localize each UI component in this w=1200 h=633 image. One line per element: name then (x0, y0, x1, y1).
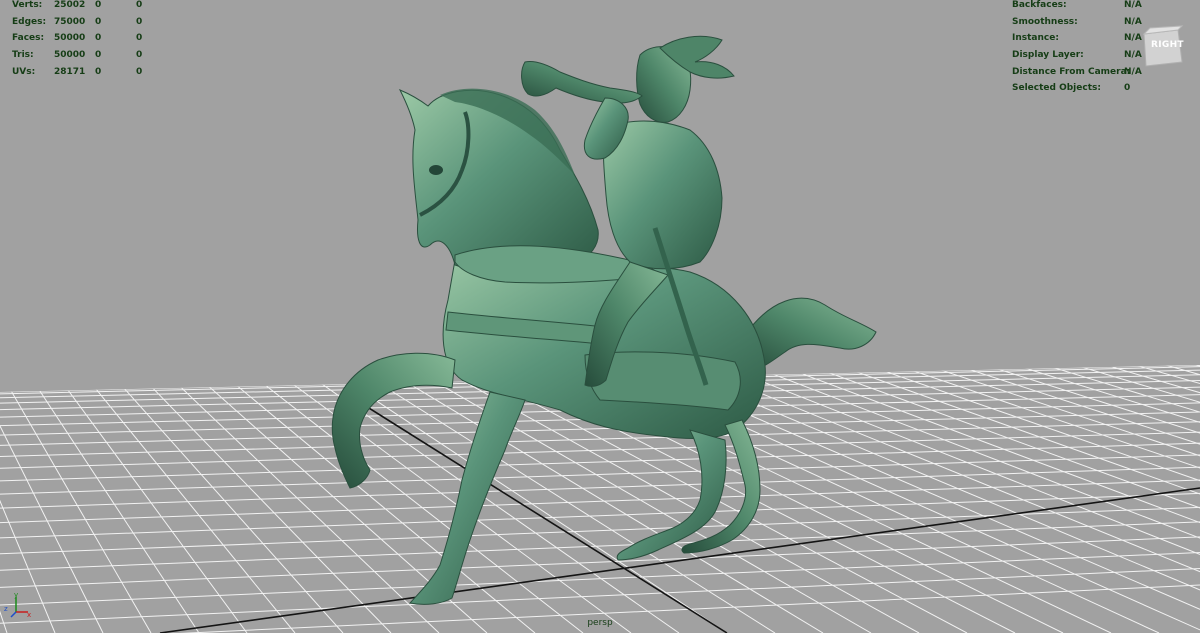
viewcube-face-label[interactable]: RIGHT (1151, 40, 1184, 50)
rider-horn (521, 61, 643, 104)
axis-label: z (4, 605, 8, 613)
grid-line (0, 442, 1200, 482)
hud-value: 75000 (54, 16, 86, 27)
grid-line (0, 551, 1200, 606)
hud-value: 25002 (54, 0, 86, 10)
horse-tail (744, 297, 877, 370)
hud-value: 0 (136, 16, 143, 27)
grid-line (0, 466, 1200, 509)
hud-row: Edges: 75000 0 0 (12, 14, 172, 31)
hud-value: 50000 (54, 50, 86, 61)
hud-value: 0 (95, 16, 102, 27)
grid-line (960, 366, 1200, 633)
hud-label: Display Layer: (1012, 50, 1084, 61)
hud-value: 0 (95, 33, 102, 44)
camera-name-label: persp (587, 618, 613, 628)
grid-line (0, 479, 1200, 524)
grid-line (0, 536, 1200, 588)
hud-label: Backfaces: (1012, 0, 1067, 10)
hud-value: 0 (136, 33, 143, 44)
grid-line (64, 385, 248, 633)
grid-line (36, 386, 200, 633)
hud-row: UVs: 28171 0 0 (12, 64, 172, 81)
hud-label: Selected Objects: (1012, 83, 1101, 94)
hud-value: 28171 (54, 66, 86, 77)
perspective-viewport[interactable]: Verts: 25002 0 0 Edges: 75000 0 0 Faces: 50000 0 0 T… (0, 0, 1200, 633)
grid-line (904, 367, 1200, 633)
hud-value: 0 (136, 50, 143, 61)
grid-line (0, 567, 1200, 624)
grid-line (92, 385, 296, 633)
horse-eye (429, 165, 443, 175)
hud-label: Edges: (12, 16, 47, 27)
poly-count-hud: Verts: 25002 0 0 Edges: 75000 0 0 Faces: 50000 0 0 T… (12, 0, 172, 80)
hud-row: Selected Objects: 0 (1012, 80, 1192, 97)
horse-rider-statue-model[interactable] (331, 35, 877, 605)
hud-label: Distance From Camera: (1012, 66, 1131, 77)
hud-value: 0 (95, 66, 102, 77)
hud-row: Verts: 25002 0 0 (12, 0, 172, 14)
hud-value: 0 (95, 0, 102, 10)
hud-row: Backfaces: N/A (1012, 0, 1192, 14)
hud-value: 0 (1124, 83, 1131, 94)
hud-row: Tris: 50000 0 0 (12, 47, 172, 64)
hud-value: N/A (1124, 0, 1142, 10)
hud-label: Verts: (12, 0, 43, 10)
grid-line (0, 454, 1200, 495)
horse-front-raised-leg (331, 352, 456, 489)
grid-line (932, 366, 1200, 633)
hud-value: 0 (95, 50, 102, 61)
hud-row: Faces: 50000 0 0 (12, 30, 172, 47)
hud-label: UVs: (12, 66, 36, 77)
hud-label: Smoothness: (1012, 16, 1078, 27)
axis-label: y (14, 592, 18, 599)
grid-line (0, 521, 1200, 571)
hud-value: 0 (136, 66, 143, 77)
hud-value: 50000 (54, 33, 86, 44)
hud-label: Faces: (12, 33, 45, 44)
hud-label: Instance: (1012, 33, 1059, 44)
grid-line (120, 384, 344, 633)
horse-head (398, 89, 599, 271)
hud-value: 0 (136, 0, 143, 10)
hud-label: Tris: (12, 50, 34, 61)
